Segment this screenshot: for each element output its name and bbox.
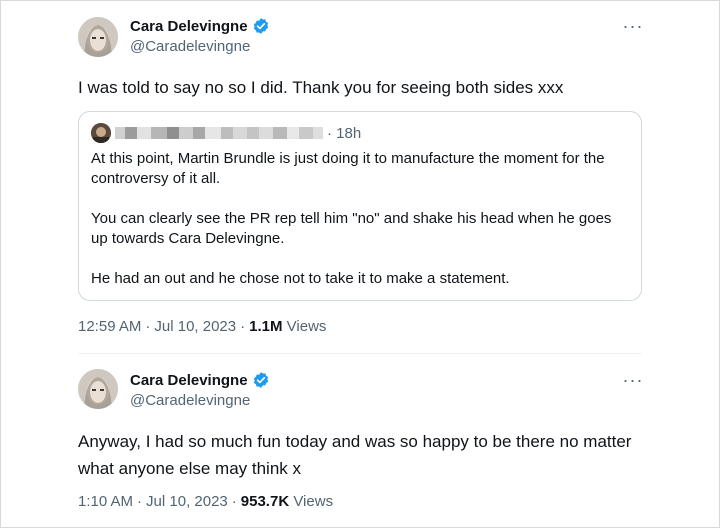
quoted-tweet-text: At this point, Martin Brundle is just do…: [91, 149, 629, 289]
verified-badge-icon: [252, 17, 270, 35]
redacted-author-name: [115, 127, 323, 139]
tweet-text: I was told to say no so I did. Thank you…: [78, 78, 564, 97]
tweet-time[interactable]: 12:59 AM: [78, 318, 141, 335]
meta-separator: ·: [145, 318, 151, 335]
author-handle[interactable]: @Caradelevingne: [130, 392, 250, 409]
views-count: 953.7K: [240, 493, 290, 510]
author-handle[interactable]: @Caradelevingne: [130, 38, 250, 55]
quoted-paragraph: You can clearly see the PR rep tell him …: [91, 210, 612, 247]
avatar[interactable]: [78, 17, 118, 57]
verified-badge-icon: [252, 371, 270, 389]
tweet[interactable]: Cara Delevingne @Caradelevingne ··· Anyw…: [0, 352, 720, 528]
views-count-group[interactable]: 953.7K Views: [241, 493, 333, 510]
views-label: Views: [293, 493, 334, 510]
avatar[interactable]: [78, 369, 118, 409]
tweet-text: Anyway, I had so much fun today and was …: [78, 432, 632, 478]
more-horizontal-icon[interactable]: ···: [620, 17, 646, 35]
meta-separator: ·: [240, 318, 246, 335]
quoted-paragraph: At this point, Martin Brundle is just do…: [91, 150, 605, 187]
tweet-date[interactable]: Jul 10, 2023: [154, 318, 236, 335]
tweet-metadata: 1:10 AM · Jul 10, 2023 · 953.7K Views: [78, 493, 333, 510]
views-label: Views: [286, 318, 327, 335]
more-horizontal-icon[interactable]: ···: [620, 371, 646, 389]
quoted-tweet-header: · 18h: [91, 123, 361, 143]
views-count-group[interactable]: 1.1M Views: [249, 318, 326, 335]
tweet-time[interactable]: 1:10 AM: [78, 493, 133, 510]
quoted-author-avatar[interactable]: [91, 123, 111, 143]
meta-separator: ·: [231, 493, 237, 510]
author-name-row[interactable]: Cara Delevingne: [130, 371, 270, 389]
tweet-metadata: 12:59 AM · Jul 10, 2023 · 1.1M Views: [78, 318, 326, 335]
views-count: 1.1M: [249, 318, 283, 335]
tweet-date[interactable]: Jul 10, 2023: [146, 493, 228, 510]
quoted-tweet-time[interactable]: · 18h: [327, 125, 361, 142]
author-name[interactable]: Cara Delevingne: [130, 18, 248, 35]
tweet[interactable]: Cara Delevingne @Caradelevingne ··· I wa…: [0, 0, 720, 352]
author-name-row[interactable]: Cara Delevingne: [130, 17, 270, 35]
quoted-tweet[interactable]: · 18h At this point, Martin Brundle is j…: [78, 111, 642, 301]
quoted-paragraph: He had an out and he chose not to take i…: [91, 270, 510, 287]
author-name[interactable]: Cara Delevingne: [130, 372, 248, 389]
meta-separator: ·: [137, 493, 143, 510]
